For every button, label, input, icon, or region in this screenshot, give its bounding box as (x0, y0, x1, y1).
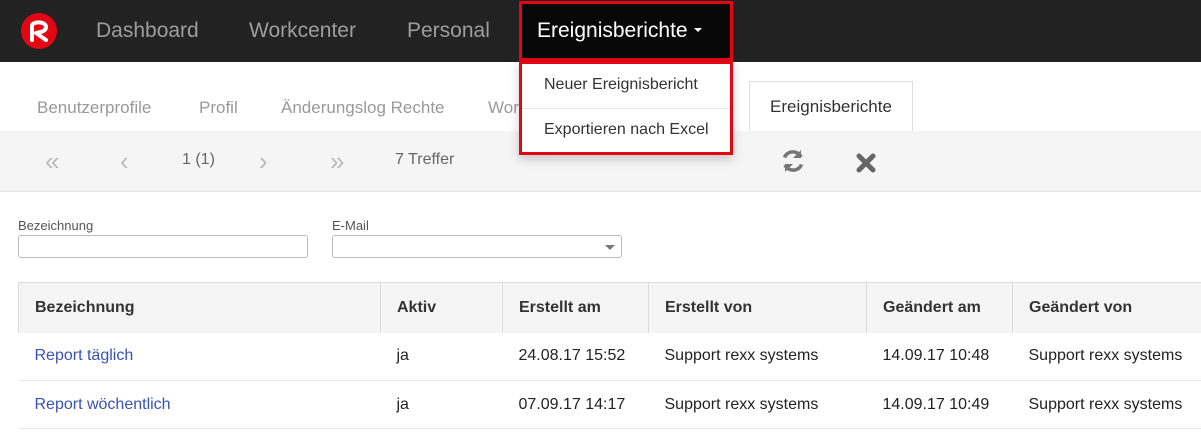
table-cell: 07.09.17 14:17 (502, 380, 649, 429)
table-cell: Support rexx systems (1012, 380, 1201, 429)
hit-count: 7 Treffer (395, 151, 455, 168)
nav-personal[interactable]: Personal (407, 0, 490, 62)
column-header[interactable]: Bezeichnung (18, 282, 381, 333)
tab-benutzerprofile[interactable]: Benutzerprofile (37, 98, 151, 118)
table-header-row: Bezeichnung Aktiv Erstellt am Erstellt v… (18, 282, 1201, 333)
table-cell: ja (380, 332, 503, 381)
menu-item-new-report[interactable]: Neuer Ereignisbericht (522, 64, 730, 108)
column-header[interactable]: Geändert von (1012, 282, 1201, 333)
table-cell: Support rexx systems (1012, 332, 1201, 381)
previous-page-icon[interactable]: ‹ (120, 131, 129, 192)
tab-workcenter[interactable]: Wor (488, 98, 519, 118)
table-cell: 14.09.17 10:48 (866, 332, 1013, 381)
first-page-icon[interactable]: « (45, 131, 59, 192)
column-header[interactable]: Aktiv (380, 282, 503, 333)
table-row[interactable]: Report wöchentlich ja 07.09.17 14:17 Sup… (18, 380, 1201, 429)
nav-ereignisberichte[interactable]: Ereignisberichte (519, 1, 733, 61)
filter-label-name: Bezeichnung (18, 218, 94, 233)
top-navbar: Dashboard Workcenter Personal Ereignisbe… (0, 0, 1201, 62)
table-cell: Support rexx systems (648, 332, 867, 381)
logo-icon[interactable] (20, 12, 58, 50)
table-row[interactable]: Report täglich ja 24.08.17 15:52 Support… (18, 332, 1201, 381)
email-filter-select[interactable] (332, 235, 622, 258)
chevron-down-icon (605, 245, 615, 250)
report-link[interactable]: Report wöchentlich (18, 380, 381, 429)
tab-ereignisberichte[interactable]: Ereignisberichte (749, 81, 913, 132)
tab-profil[interactable]: Profil (199, 98, 238, 118)
page-info: 1 (1) (182, 151, 215, 168)
ereignisberichte-dropdown-menu: Neuer Ereignisbericht Exportieren nach E… (519, 61, 733, 155)
filter-label-email: E-Mail (332, 218, 369, 233)
close-icon[interactable] (856, 153, 876, 173)
report-table: Bezeichnung Aktiv Erstellt am Erstellt v… (18, 282, 1201, 429)
table-cell: 14.09.17 10:49 (866, 380, 1013, 429)
refresh-icon[interactable] (780, 148, 806, 174)
column-header[interactable]: Geändert am (866, 282, 1013, 333)
nav-dashboard[interactable]: Dashboard (96, 0, 199, 62)
column-header[interactable]: Erstellt von (648, 282, 867, 333)
report-link[interactable]: Report täglich (18, 332, 381, 381)
table-cell: 24.08.17 15:52 (502, 332, 649, 381)
table-cell: ja (380, 380, 503, 429)
next-page-icon[interactable]: › (259, 131, 268, 192)
tab-aenderungslog-rechte[interactable]: Änderungslog Rechte (281, 98, 445, 118)
nav-workcenter[interactable]: Workcenter (249, 0, 356, 62)
nav-ereignisberichte-label: Ereignisberichte (537, 19, 688, 42)
column-header[interactable]: Erstellt am (502, 282, 649, 333)
menu-item-export-excel[interactable]: Exportieren nach Excel (522, 109, 730, 153)
table-cell: Support rexx systems (648, 380, 867, 429)
last-page-icon[interactable]: » (330, 131, 344, 192)
name-filter-input[interactable] (18, 235, 308, 258)
caret-down-icon (693, 28, 702, 33)
